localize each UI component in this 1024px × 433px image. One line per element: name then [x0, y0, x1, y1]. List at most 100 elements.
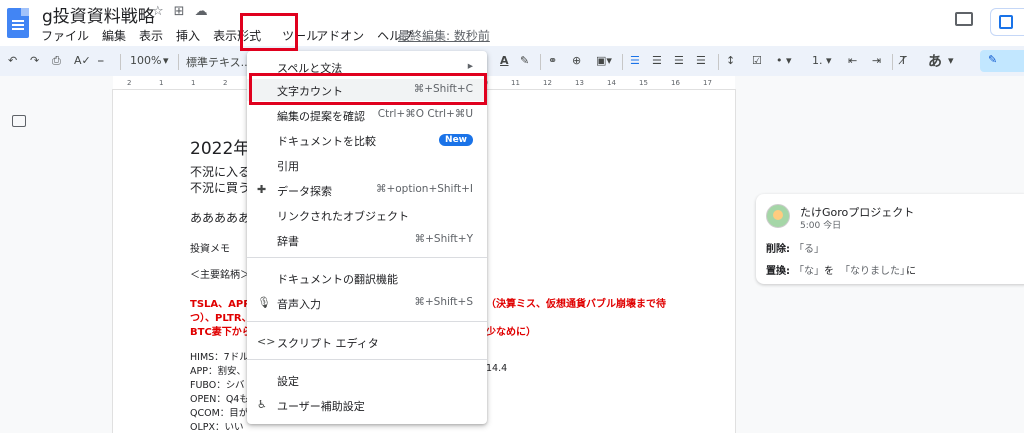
move-folder-icon[interactable]: ⊞ [174, 4, 185, 19]
ruler-tick-label: 1 [191, 79, 196, 87]
doc-line: 不況に入る [190, 165, 251, 179]
menu-item-label: 音声入力 [277, 298, 321, 311]
editing-mode-button[interactable]: ✎ [980, 50, 1024, 72]
menu-item-label: ユーザー補助設定 [277, 400, 365, 413]
menu-item-citations[interactable]: 引用 [247, 154, 487, 176]
list-item: QCOM：目が [190, 408, 249, 419]
menu-item-label: データ探索 [277, 185, 332, 198]
undo-icon[interactable]: ↶ [8, 54, 17, 67]
style-select[interactable]: 標準テキス... [186, 54, 251, 70]
menu-divider [247, 257, 487, 258]
doc-heading: 2022年 [190, 139, 251, 159]
zoom-select[interactable]: 100% [130, 54, 161, 67]
print-icon[interactable]: ⎙ [52, 54, 61, 68]
menu-item-shortcut: ⌘+option+Shift+I [375, 183, 473, 195]
menu-edit[interactable]: 編集 [102, 27, 126, 44]
numbered-list-icon[interactable]: 1. ▾ [812, 54, 832, 67]
menu-divider [247, 359, 487, 360]
increase-indent-icon[interactable]: ⇥ [872, 54, 881, 67]
ime-dropdown-icon[interactable]: ▾ [948, 54, 954, 67]
ruler-tick-label: 2 [127, 79, 132, 87]
ruler-tick-label: 12 [543, 79, 552, 87]
highlight-icon[interactable]: ✎ [520, 54, 529, 67]
star-icon[interactable]: ☆ [152, 4, 164, 19]
suggestion-card[interactable]: たけGoroプロジェクト 5:00 今日 削除: 「る」 置換: 「な」 を 「… [756, 194, 1024, 284]
menu-addons[interactable]: アドオン [316, 27, 364, 44]
share-lock-icon [999, 15, 1013, 29]
doc-line: あああああ [190, 211, 251, 225]
menu-item-explore[interactable]: ✚ データ探索 ⌘+option+Shift+I [247, 179, 487, 201]
ruler-tick-label: 13 [575, 79, 584, 87]
list-item: APP：割安、 [190, 366, 246, 377]
paint-format-icon[interactable]: ⎯ [98, 54, 104, 68]
replace-to: 「なりました」 [840, 266, 910, 277]
align-right-icon[interactable]: ☰ [674, 54, 684, 67]
menu-view[interactable]: 表示 [139, 27, 163, 44]
ruler-tick-label: 15 [639, 79, 648, 87]
tools-menu: スペルと文法 ▸ 文字カウント ⌘+Shift+C 編集の提案を確認 Ctrl+… [247, 51, 487, 424]
accessibility-icon: ♿ [257, 398, 267, 411]
text-color-icon[interactable]: A [500, 54, 509, 67]
zoom-dropdown-icon[interactable]: ▾ [163, 54, 169, 67]
document-title[interactable]: g投資資料戦略 [42, 2, 155, 27]
list-item: OPEN：Q4も [190, 394, 249, 405]
menu-item-accessibility[interactable]: ♿ ユーザー補助設定 [247, 394, 487, 416]
align-center-icon[interactable]: ☰ [652, 54, 662, 67]
add-comment-icon[interactable]: ⊕ [572, 54, 581, 67]
cloud-status-icon[interactable]: ☁ [195, 4, 208, 19]
replace-word: を [824, 266, 834, 277]
comment-history-icon[interactable] [955, 12, 973, 26]
last-edit-link[interactable]: 最終編集: 数秒前 [398, 27, 490, 44]
redo-icon[interactable]: ↷ [30, 54, 39, 67]
pencil-icon: ✎ [988, 53, 998, 66]
insert-image-icon[interactable]: ▣▾ [596, 54, 612, 67]
submenu-arrow-icon: ▸ [467, 60, 473, 72]
explore-icon: ✚ [257, 183, 267, 196]
red-text: 少なめに） [486, 327, 536, 338]
new-badge: New [439, 134, 473, 146]
ime-select[interactable]: あ [928, 51, 942, 71]
spellcheck-icon[interactable]: A✓ [74, 54, 91, 67]
ruler-tick-label: 14 [607, 79, 616, 87]
docs-logo-icon[interactable] [7, 8, 29, 38]
line-spacing-icon[interactable]: ↕ [726, 54, 735, 67]
menu-item-linked-objects[interactable]: リンクされたオブジェクト [247, 204, 487, 226]
share-button[interactable] [990, 8, 1024, 36]
annotation-box-tools [240, 13, 298, 51]
link-icon[interactable]: ⚭ [548, 54, 557, 67]
document-outline-icon[interactable] [12, 115, 26, 127]
checklist-icon[interactable]: ☑ [752, 54, 762, 67]
menu-item-dictionary[interactable]: 辞書 ⌘+Shift+Y [247, 229, 487, 251]
google-docs-window: g投資資料戦略 ☆ ⊞ ☁ ファイル 編集 表示 挿入 表示形式 ツール アドオ… [0, 0, 1024, 433]
menu-item-review-edits[interactable]: 編集の提案を確認 Ctrl+⌘O Ctrl+⌘U [247, 104, 487, 126]
menu-item-script-editor[interactable]: <> スクリプト エディタ [247, 331, 487, 353]
menu-item-translate[interactable]: ドキュメントの翻訳機能 [247, 267, 487, 289]
menu-item-shortcut: ⌘+Shift+Y [414, 233, 473, 245]
replace-from: 「な」 [794, 266, 824, 277]
menu-item-label: リンクされたオブジェクト [277, 210, 409, 223]
ruler-tick-label: 1 [159, 79, 164, 87]
list-item: FUBO：シバ [190, 380, 245, 391]
microphone-icon: 🎙 [257, 296, 271, 309]
title-actions: ☆ ⊞ ☁ [152, 4, 208, 19]
menu-item-label: ドキュメントの翻訳機能 [277, 273, 398, 286]
menu-file[interactable]: ファイル [41, 27, 89, 44]
menu-item-voice-typing[interactable]: 🎙 音声入力 ⌘+Shift+S [247, 292, 487, 314]
list-item-extra: 14.4 [486, 363, 508, 374]
menu-item-preferences[interactable]: 設定 [247, 369, 487, 391]
menu-item-compare-documents[interactable]: ドキュメントを比較 New [247, 129, 487, 151]
clear-formatting-icon[interactable]: T̸ [900, 54, 907, 67]
menu-insert[interactable]: 挿入 [176, 27, 200, 44]
ruler-tick-label: 2 [223, 79, 228, 87]
replace-label: 置換: [766, 266, 790, 277]
menu-item-label: スクリプト エディタ [277, 337, 379, 350]
doc-line: 不況に買う [190, 181, 251, 195]
decrease-indent-icon[interactable]: ⇤ [848, 54, 857, 67]
menubar: ファイル 編集 表示 挿入 表示形式 ツール アドオン ヘルプ [41, 27, 426, 44]
ruler-tick-label: 11 [511, 79, 520, 87]
menu-item-label: 引用 [277, 160, 299, 173]
bulleted-list-icon[interactable]: • ▾ [776, 54, 792, 67]
justify-icon[interactable]: ☰ [696, 54, 706, 67]
align-left-icon[interactable]: ☰ [630, 54, 640, 67]
ruler-tick-label: 16 [671, 79, 680, 87]
